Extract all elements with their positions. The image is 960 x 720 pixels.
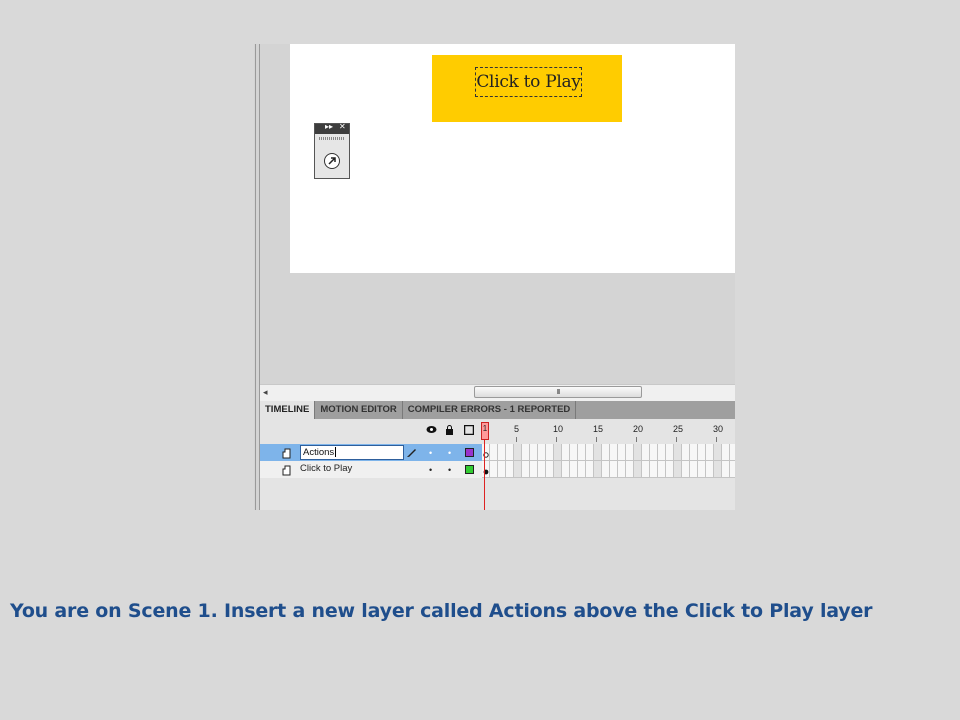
frame-ruler[interactable]: 5 10 15 20 25 30 [260, 419, 735, 443]
frame-number: 20 [633, 424, 644, 434]
visibility-dot[interactable]: • [429, 448, 432, 458]
expand-icon[interactable]: ▸▸ [325, 122, 333, 131]
tab-timeline[interactable]: TIMELINE [260, 401, 316, 419]
close-icon[interactable]: ✕ [339, 122, 346, 131]
layer-name-input[interactable]: Actions [300, 445, 404, 460]
layer-frames[interactable] [482, 444, 735, 461]
keyframe[interactable] [482, 461, 490, 478]
layer-icon [282, 446, 291, 459]
instruction-caption: You are on Scene 1. Insert a new layer c… [10, 600, 873, 622]
button-text-field[interactable]: Click to Play [475, 67, 582, 97]
behavior-icon[interactable] [324, 153, 340, 169]
ruler-tick [636, 437, 637, 442]
stage[interactable]: Click to Play [290, 44, 735, 273]
layer-row-actions[interactable]: Actions • • [260, 444, 735, 461]
ruler-tick [596, 437, 597, 442]
floating-actions-panel[interactable]: ▸▸ ✕ [314, 122, 350, 179]
frame-number: 15 [593, 424, 604, 434]
ruler-tick [516, 437, 517, 442]
scroll-thumb[interactable]: III [474, 386, 642, 398]
outline-color-swatch[interactable] [465, 465, 474, 474]
panel-grip[interactable] [319, 137, 345, 140]
lock-dot[interactable]: • [448, 448, 451, 458]
layer-name-area[interactable]: Actions • • [260, 444, 482, 461]
panel-tabs: TIMELINE MOTION EDITOR COMPILER ERRORS -… [260, 401, 735, 419]
lock-icon[interactable] [445, 425, 454, 438]
frame-number: 10 [553, 424, 564, 434]
frame-number: 30 [713, 424, 724, 434]
ruler-tick [676, 437, 677, 442]
tab-compiler-errors[interactable]: COMPILER ERRORS - 1 REPORTED [403, 401, 577, 419]
layer-icon [282, 463, 291, 476]
outline-icon[interactable] [463, 424, 475, 438]
layer-row-click-to-play[interactable]: Click to Play • • [260, 461, 735, 478]
tab-motion-editor[interactable]: MOTION EDITOR [315, 401, 403, 419]
panel-divider [255, 44, 256, 510]
eye-icon[interactable] [426, 425, 437, 437]
outline-color-swatch[interactable] [465, 448, 474, 457]
flash-app-window: Click to Play ▸▸ ✕ ◂ III TIMELINE MOTION… [254, 44, 735, 510]
frame-number: 5 [514, 424, 520, 434]
timeline-panel: 5 10 15 20 25 30 Actions • • Click to Pl… [260, 419, 735, 510]
layer-name-area[interactable]: Click to Play • • [260, 461, 482, 478]
frame-number: 25 [673, 424, 684, 434]
text-caret [335, 447, 337, 458]
ruler-tick [716, 437, 717, 442]
lock-dot[interactable]: • [448, 465, 451, 475]
blank-keyframe[interactable] [482, 444, 490, 461]
ruler-tick [556, 437, 557, 442]
panel-titlebar[interactable]: ▸▸ ✕ [315, 122, 349, 134]
stage-horizontal-scrollbar[interactable]: ◂ III [260, 384, 735, 402]
click-to-play-button-symbol[interactable]: Click to Play [432, 55, 622, 122]
layer-frames[interactable] [482, 461, 735, 478]
visibility-dot[interactable]: • [429, 465, 432, 475]
layer-name[interactable]: Click to Play [300, 462, 352, 475]
scroll-left-arrow[interactable]: ◂ [263, 385, 268, 399]
layer-name-value: Actions [303, 447, 335, 458]
